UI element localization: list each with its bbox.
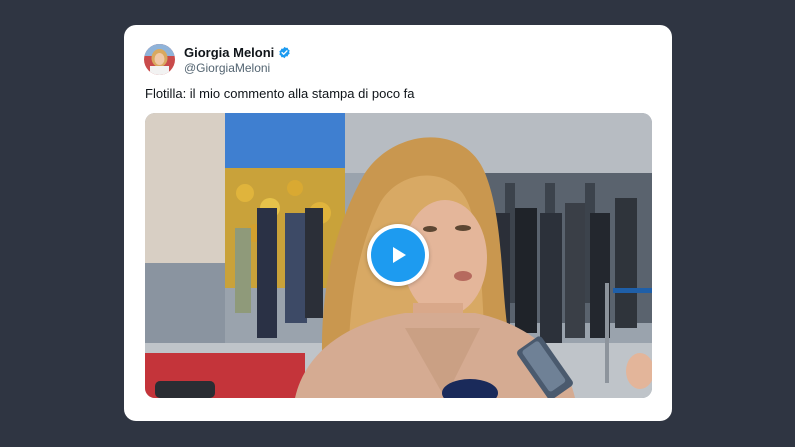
tweet-text: Flotilla: il mio commento alla stampa di… (145, 86, 415, 101)
author-handle[interactable]: @GiorgiaMeloni (184, 61, 270, 75)
video-player[interactable] (145, 113, 652, 398)
avatar[interactable] (144, 44, 175, 75)
play-icon (371, 228, 425, 282)
author-name[interactable]: Giorgia Meloni (184, 45, 274, 60)
verified-badge-icon (278, 46, 291, 59)
author-row: Giorgia Meloni (184, 44, 291, 60)
play-button[interactable] (367, 224, 429, 286)
tweet-card: Giorgia Meloni @GiorgiaMeloni Flotilla: … (124, 25, 672, 421)
